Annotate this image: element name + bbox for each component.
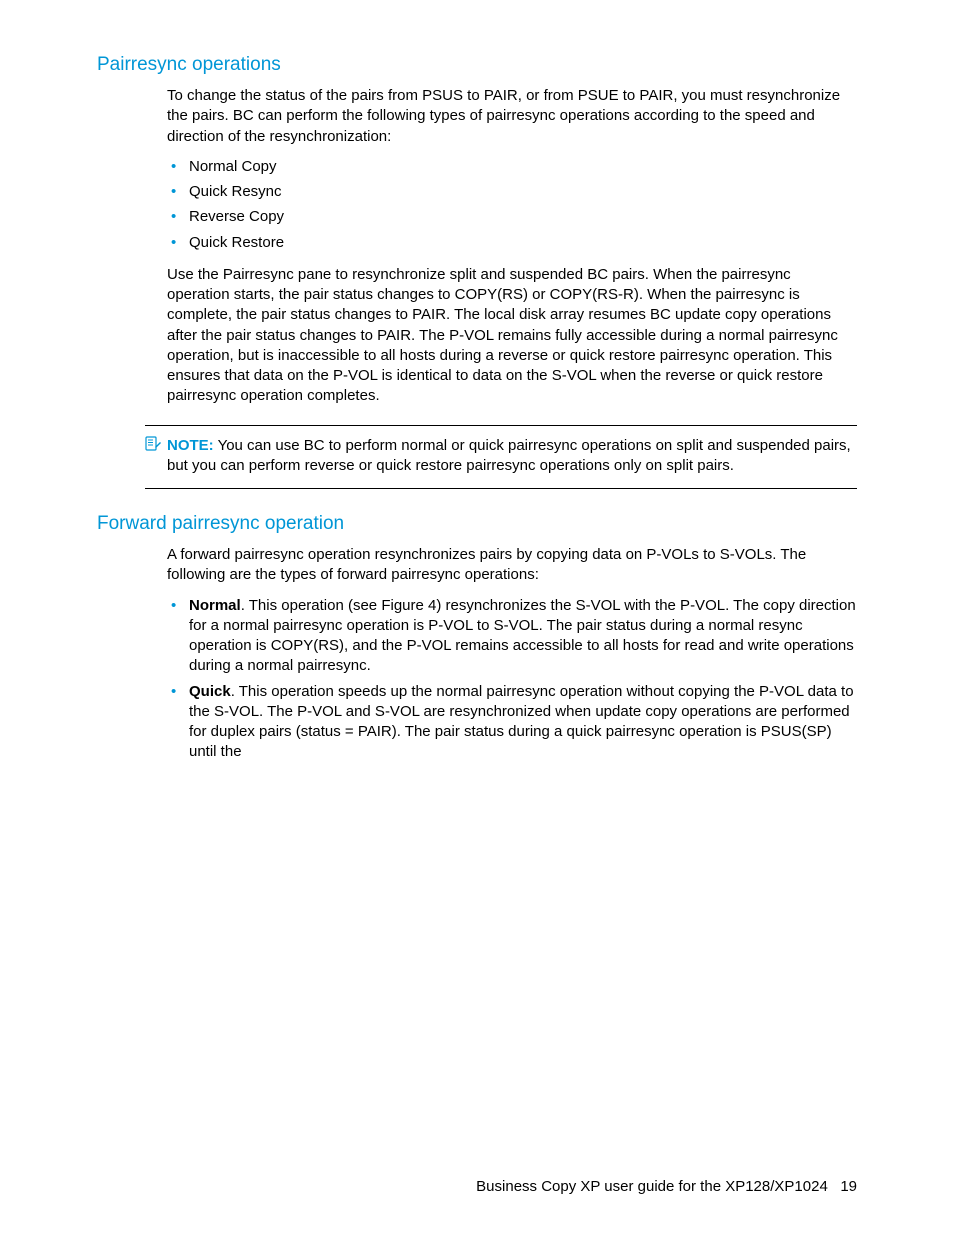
section-heading-forward: Forward pairresync operation xyxy=(97,513,857,535)
item-label: Quick xyxy=(189,683,231,700)
resync-type-list: Normal Copy Quick Resync Reverse Copy Qu… xyxy=(167,157,857,253)
note-body: You can use BC to perform normal or quic… xyxy=(167,437,851,474)
list-item: Reverse Copy xyxy=(167,207,857,227)
page-number: 19 xyxy=(840,1178,857,1195)
item-text: . This operation speeds up the normal pa… xyxy=(189,683,854,761)
note-label: NOTE: xyxy=(167,437,214,454)
page-footer: Business Copy XP user guide for the XP12… xyxy=(476,1178,857,1195)
item-text: . This operation (see Figure 4) resynchr… xyxy=(189,597,856,675)
note-icon xyxy=(145,436,167,477)
intro-paragraph: A forward pairresync operation resynchro… xyxy=(167,545,857,586)
list-item: Normal Copy xyxy=(167,157,857,177)
body-paragraph: Use the Pairresync pane to resynchronize… xyxy=(167,265,857,407)
page-content: Pairresync operations To change the stat… xyxy=(0,0,954,815)
item-label: Normal xyxy=(189,597,241,614)
list-item: Quick. This operation speeds up the norm… xyxy=(167,682,857,763)
list-item: Quick Resync xyxy=(167,182,857,202)
intro-paragraph: To change the status of the pairs from P… xyxy=(167,86,857,147)
list-item: Quick Restore xyxy=(167,233,857,253)
note-callout: NOTE: You can use BC to perform normal o… xyxy=(145,425,857,490)
note-text: NOTE: You can use BC to perform normal o… xyxy=(167,436,857,477)
forward-type-list: Normal. This operation (see Figure 4) re… xyxy=(167,596,857,763)
section-heading-pairresync: Pairresync operations xyxy=(97,54,857,76)
list-item: Normal. This operation (see Figure 4) re… xyxy=(167,596,857,677)
footer-title: Business Copy XP user guide for the XP12… xyxy=(476,1178,828,1195)
